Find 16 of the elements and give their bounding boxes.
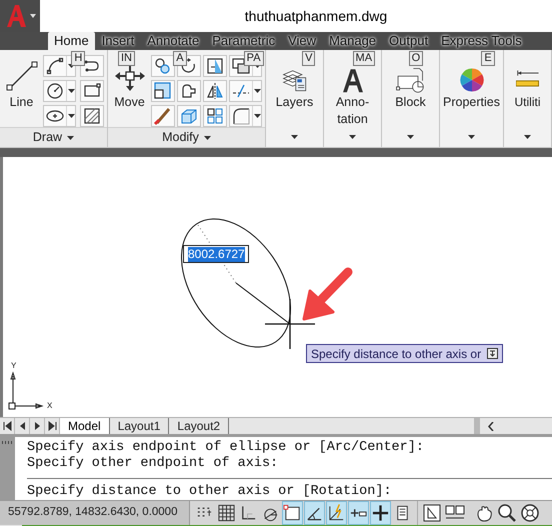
keytip-tooltip: MA	[352, 51, 376, 66]
keytip-tooltip: PA	[244, 51, 264, 66]
command-history-line: Specify other endpoint of axis:	[27, 456, 280, 472]
axis-label: Y	[11, 361, 16, 370]
tooltip: Specify distance to other axis or	[306, 344, 504, 363]
command-history-line: Specify axis endpoint of ellipse or [Arc/Center]:	[27, 440, 425, 456]
keytip-tooltip: V	[302, 51, 316, 66]
axis-label: X	[47, 401, 52, 410]
coordinates-display: 55792.8789, 14832.6430, 0.0000	[0, 501, 190, 525]
command-prompt: Specify distance to other axis or [Rotation]:	[27, 483, 393, 500]
keytip-tooltip: IN	[118, 51, 135, 66]
window-title: thuthuatphanmem.dwg	[244, 6, 388, 26]
keytip-tooltip: O	[408, 51, 424, 66]
keytip-tooltip: H	[71, 51, 86, 66]
keytip-tooltip: A	[173, 51, 187, 66]
keytip-tooltip: E	[481, 51, 495, 66]
